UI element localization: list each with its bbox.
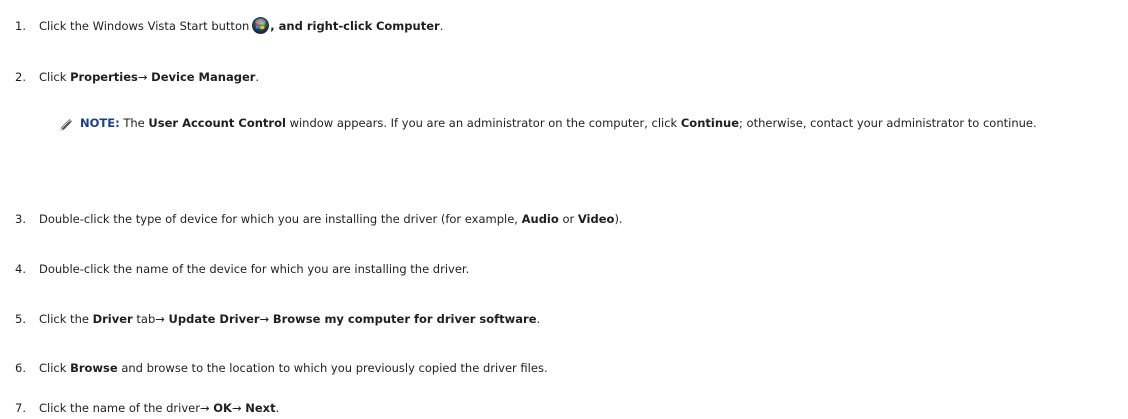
ui-term: Audio [521, 212, 559, 226]
ui-term: OK [213, 401, 232, 415]
step-5: 5. Click the Driver tab→ Update Driver→ B… [0, 311, 540, 327]
ui-term: Computer [375, 19, 440, 33]
note-label: NOTE: [80, 116, 120, 130]
step-number: 5. [15, 312, 26, 326]
arrow-icon: → [199, 401, 210, 415]
step-number: 4. [15, 262, 26, 276]
step-4: 4. Double-click the name of the device fo… [0, 261, 469, 277]
ui-term: Browse my computer for driver software [272, 312, 537, 326]
note-text: NOTE: The User Account Control window ap… [80, 116, 1118, 131]
ui-term: Driver [92, 312, 133, 326]
step-text: and browse to the location to which you … [121, 361, 548, 375]
step-text: . [255, 70, 260, 84]
ui-term: User Account Control [148, 116, 286, 130]
step-text: Double-click the name of the device for … [39, 262, 470, 276]
step-text: or [562, 212, 575, 226]
step-text: Click the name of the driver [39, 401, 200, 415]
step-7: 7. Click the name of the driver→ OK→ Next… [0, 400, 279, 416]
arrow-icon: → [137, 70, 148, 84]
note-text-part: ; otherwise, contact your administrator … [739, 116, 1037, 130]
step-text: Click [39, 361, 67, 375]
arrow-icon: → [259, 312, 270, 326]
step-text: Click [39, 70, 67, 84]
ui-term: Properties [70, 70, 138, 84]
step-number: 7. [15, 401, 26, 415]
step-text: ). [614, 212, 623, 226]
step-number: 6. [15, 361, 26, 375]
note-text-part: The [123, 116, 145, 130]
ui-term: Video [577, 212, 615, 226]
step-number: 1. [15, 19, 26, 33]
step-1: 1. Click the Windows Vista Start button ,… [0, 17, 443, 34]
note-block: NOTE: The User Account Control window ap… [58, 116, 1118, 131]
ui-term: Next [245, 401, 276, 415]
step-6: 6. Click Browse and browse to the locatio… [0, 360, 548, 376]
ui-term: Continue [680, 116, 739, 130]
note-text-part: window appears. If you are an administra… [289, 116, 678, 130]
step-text: tab [136, 312, 156, 326]
arrow-icon: → [155, 312, 165, 326]
ui-term: Update Driver [168, 312, 260, 326]
ui-term: Device Manager [151, 70, 256, 84]
windows-start-orb-icon [252, 17, 270, 34]
step-text: Click the Windows Vista Start button [39, 19, 250, 33]
step-text: . [439, 19, 444, 33]
step-text: Double-click the type of device for whic… [39, 212, 518, 226]
step-text: Click the [39, 312, 89, 326]
step-2: 2. Click Properties→ Device Manager. [0, 69, 259, 85]
step-text: , and right-click [270, 19, 373, 33]
step-3: 3. Double-click the type of device for wh… [0, 211, 623, 227]
step-text: . [275, 401, 280, 415]
arrow-icon: → [231, 401, 242, 415]
step-number: 3. [15, 212, 26, 226]
step-number: 2. [15, 70, 26, 84]
ui-term: Browse [70, 361, 118, 375]
pencil-icon [60, 119, 72, 131]
step-text: . [536, 312, 541, 326]
